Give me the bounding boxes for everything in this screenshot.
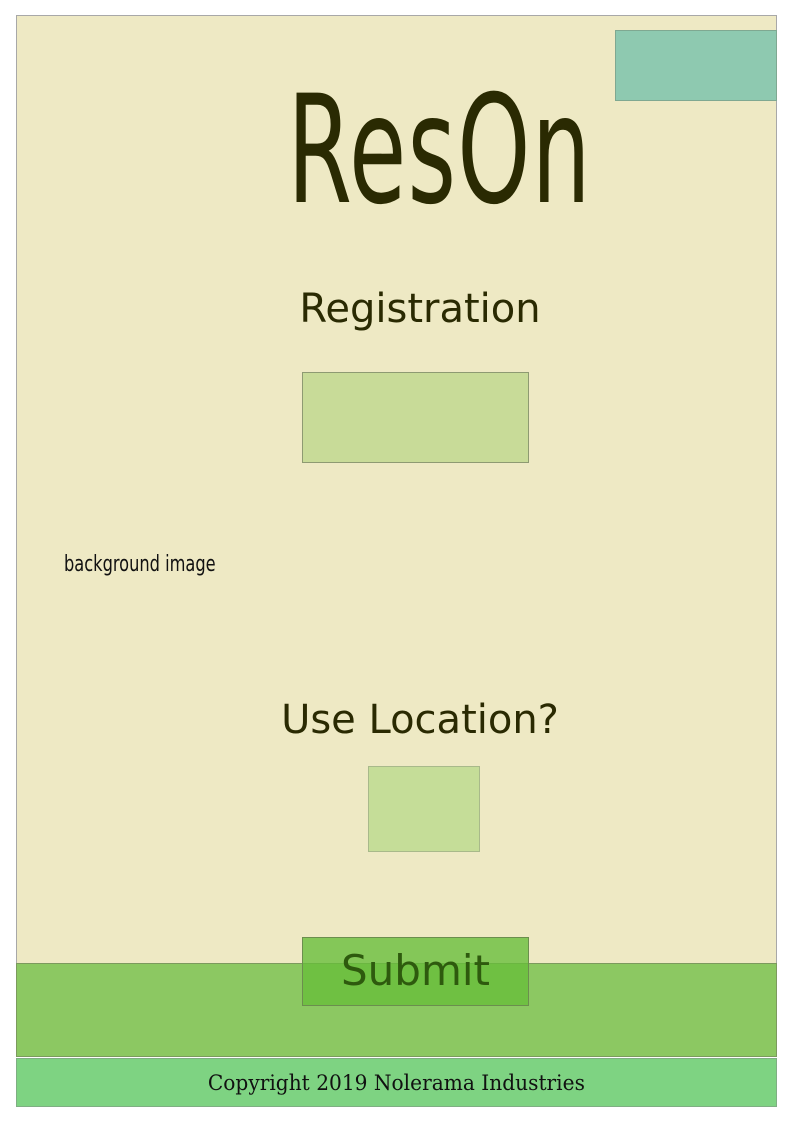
top-right-placeholder-box[interactable] (615, 30, 777, 101)
background-image-label: background image (64, 552, 216, 577)
registration-field[interactable] (302, 372, 529, 463)
use-location-toggle[interactable] (368, 766, 480, 852)
use-location-title: Use Location? (281, 697, 559, 743)
registration-title: Registration (299, 286, 541, 332)
copyright-text: Copyright 2019 Nolerama Industries (207, 1071, 586, 1095)
app-logo: ResOn (287, 64, 592, 238)
submit-button[interactable]: Submit (302, 937, 529, 1006)
footer: Copyright 2019 Nolerama Industries (16, 1058, 777, 1107)
registration-screen: ResOn Registration background image Use … (0, 0, 794, 1123)
